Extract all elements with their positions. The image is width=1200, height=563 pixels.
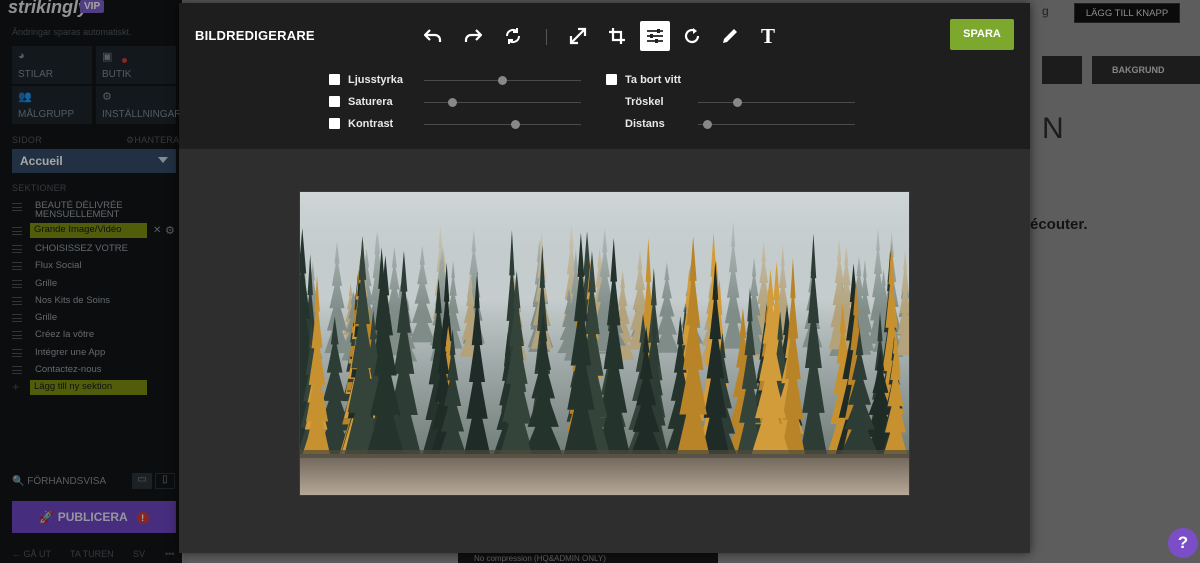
forest-photo: [300, 192, 909, 495]
adjust-icon[interactable]: [640, 21, 670, 51]
contrast-label: Kontrast: [348, 118, 394, 130]
saturation-slider[interactable]: [424, 98, 581, 107]
slider-thumb[interactable]: [510, 120, 520, 129]
remove-white-checkbox[interactable]: [606, 74, 617, 85]
text-icon[interactable]: T: [753, 21, 783, 51]
slider-thumb[interactable]: [702, 120, 712, 129]
saturation-label: Saturera: [348, 96, 393, 108]
brightness-label: Ljusstyrka: [348, 74, 404, 86]
slider-thumb[interactable]: [498, 76, 507, 85]
distance-slider[interactable]: [698, 120, 855, 129]
save-button[interactable]: SPARA: [950, 19, 1014, 50]
contrast-slider[interactable]: [424, 120, 581, 129]
reset-icon[interactable]: [498, 21, 528, 51]
help-button[interactable]: ?: [1168, 528, 1198, 558]
crop-icon[interactable]: [602, 21, 632, 51]
editor-title: BILDREDIGERARE: [195, 28, 315, 43]
redo-icon[interactable]: [458, 21, 488, 51]
slider-thumb[interactable]: [447, 98, 457, 107]
rotate-icon[interactable]: [677, 21, 707, 51]
threshold-slider[interactable]: [698, 98, 855, 107]
undo-icon[interactable]: [418, 21, 448, 51]
toolbar-divider: [546, 29, 547, 45]
remove-white-control: Ta bort vitt: [606, 73, 806, 87]
resize-icon[interactable]: [563, 21, 593, 51]
draw-icon[interactable]: [715, 21, 745, 51]
editor-toolbar: BILDREDIGERARE T SPARA Ljusstyrka Sature…: [179, 3, 1030, 149]
brightness-slider[interactable]: [424, 76, 581, 85]
slider-thumb[interactable]: [732, 98, 742, 107]
edited-image[interactable]: [299, 191, 910, 496]
remove-white-label: Ta bort vitt: [625, 74, 682, 86]
distance-label: Distans: [625, 118, 665, 130]
brightness-checkbox[interactable]: [329, 74, 340, 85]
saturation-checkbox[interactable]: [329, 96, 340, 107]
contrast-checkbox[interactable]: [329, 118, 340, 129]
image-editor-modal: BILDREDIGERARE T SPARA Ljusstyrka Sature…: [179, 3, 1030, 553]
threshold-label: Tröskel: [625, 96, 664, 108]
